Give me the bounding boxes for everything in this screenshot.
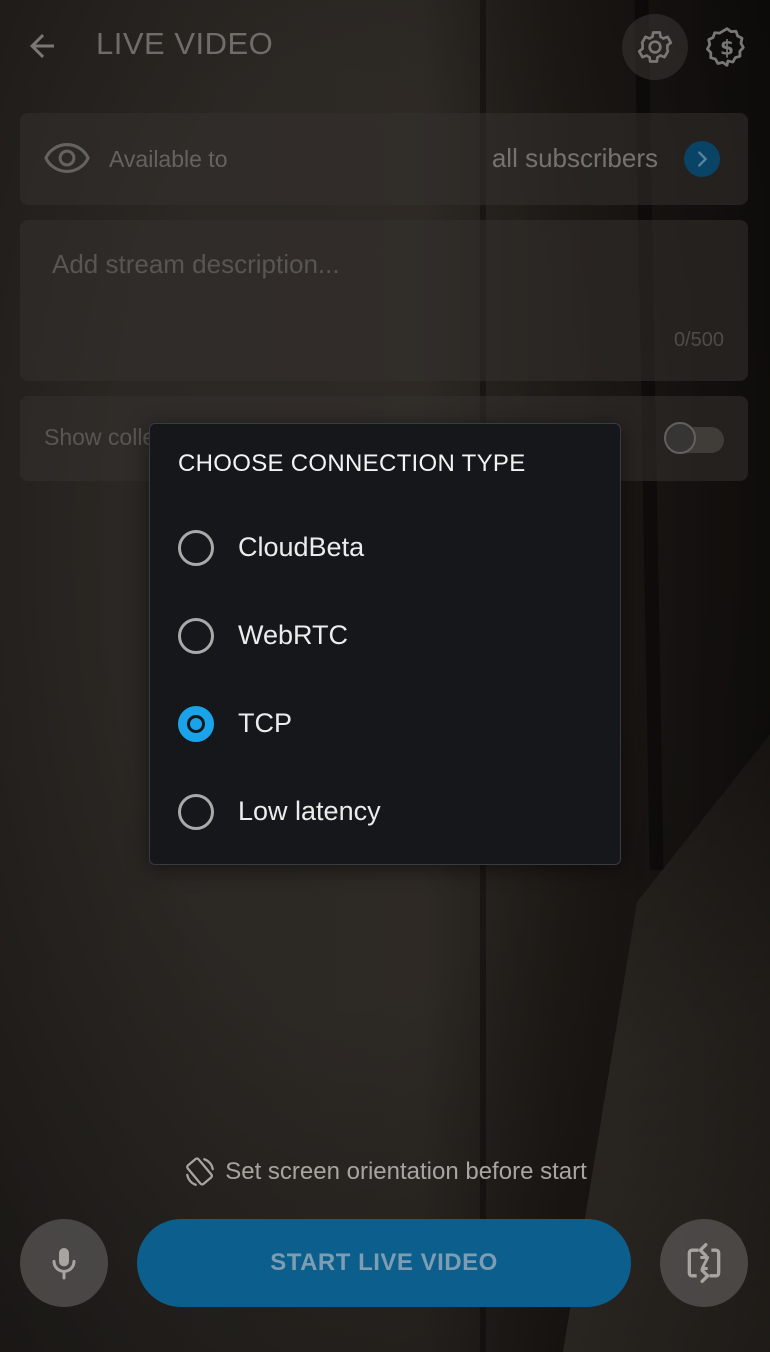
radio-button-selected[interactable] <box>178 706 214 742</box>
option-label: Low latency <box>238 796 381 826</box>
dialog-title: CHOOSE CONNECTION TYPE <box>178 450 526 477</box>
option-low-latency[interactable]: Low latency <box>150 768 620 856</box>
camera-flip-button[interactable] <box>660 1219 748 1307</box>
option-webrtc[interactable]: WebRTC <box>150 592 620 680</box>
start-live-video-button[interactable]: START LIVE VIDEO <box>137 1219 631 1307</box>
microphone-icon <box>52 1248 76 1280</box>
connection-type-dialog: CHOOSE CONNECTION TYPE CloudBeta WebRTC … <box>149 423 621 865</box>
option-tcp[interactable]: TCP <box>150 680 620 768</box>
option-cloudbeta[interactable]: CloudBeta <box>150 504 620 592</box>
live-video-screen: LIVE VIDEO $ Available to all subscriber… <box>0 0 770 1352</box>
radio-button[interactable] <box>178 530 214 566</box>
option-label: CloudBeta <box>238 532 365 562</box>
orientation-hint: Set screen orientation before start <box>0 1152 770 1192</box>
radio-button[interactable] <box>178 618 214 654</box>
option-label: WebRTC <box>238 620 349 650</box>
microphone-button[interactable] <box>20 1219 108 1307</box>
orientation-hint-text: Set screen orientation before start <box>225 1158 587 1185</box>
screen-rotation-icon <box>186 1157 215 1186</box>
camera-flip-icon <box>687 1243 721 1283</box>
option-label: TCP <box>238 708 292 738</box>
radio-button[interactable] <box>178 794 214 830</box>
